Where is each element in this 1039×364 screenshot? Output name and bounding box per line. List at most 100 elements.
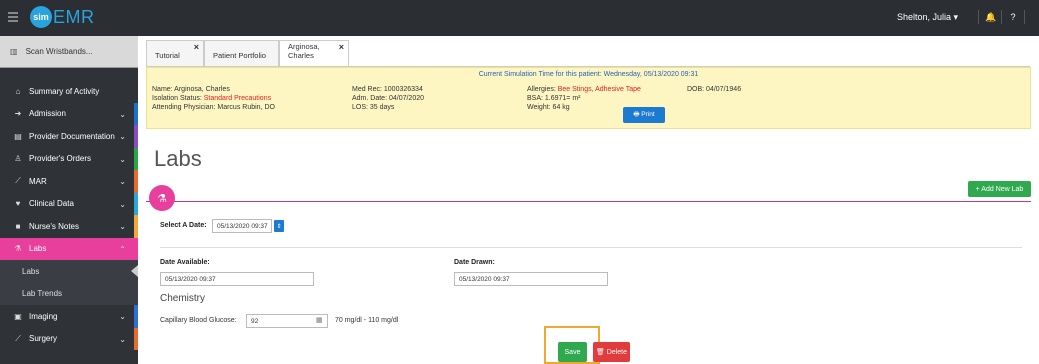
patient-info-col-4: DOB: 04/07/1946 [687,85,741,94]
isolation-status: Isolation Status: Standard Precautions [152,94,275,103]
divider [1001,10,1002,24]
chevron-down-icon: ⌄ [119,312,126,321]
select-date-dropdown[interactable]: 05/13/2020 09:37 [212,219,272,233]
main-content: Tutorial × Patient Portfolio Arginosa, C… [138,36,1039,364]
patient-info-col-1: Name: Arginosa, Charles Isolation Status… [152,85,275,112]
top-bar: sim EMR Shelton, Julia ▾ 🔔 ? [0,0,1039,36]
save-button[interactable]: Save [558,342,587,362]
tab-label: Arginosa, Charles [288,42,320,60]
tab-patient-arginosa[interactable]: Arginosa, Charles × [279,40,349,66]
divider [1024,10,1025,24]
close-icon[interactable]: × [194,42,199,52]
sidebar-item-mar[interactable]: ⟋ MAR ⌄ [0,170,138,193]
top-right-controls: Shelton, Julia ▾ 🔔 ? [897,10,1031,24]
menu-icon[interactable] [8,12,18,22]
sidebar-item-label: Clinical Data [29,199,74,209]
logo-text: EMR [53,6,95,27]
sidebar-item-clinical-data[interactable]: ♥ Clinical Data ⌄ [0,192,138,215]
image-icon: ▣ [14,311,22,321]
close-icon[interactable]: × [339,42,344,52]
chevron-down-icon: ⌄ [119,222,126,231]
sidebar-item-label: Labs [29,244,47,254]
allergies-value: Bee Stings, Adhesive Tape [557,86,641,93]
document-icon: ▤ [14,131,22,141]
flask-icon: ⚗ [14,244,22,254]
sidebar-subitem-lab-trends[interactable]: Lab Trends [0,282,138,305]
dob: DOB: 04/07/1946 [687,86,742,93]
sidebar-item-label: Admission [29,109,66,119]
heartbeat-icon: ♥ [15,199,21,209]
tab-label: Patient Portfolio [213,51,266,60]
sidebar-subitem-label: Lab Trends [22,289,63,299]
chevron-down-icon: ⌄ [119,199,126,209]
help-icon[interactable]: ? [1008,12,1018,22]
divider [978,10,979,24]
chevron-down-icon: ⌄ [119,334,126,344]
sidebar-item-surgery[interactable]: ⟋ Surgery ⌄ [0,327,138,350]
sidebar-item-label: Imaging [29,311,58,321]
user-menu[interactable]: Shelton, Julia ▾ [897,12,958,23]
divider [160,247,1022,248]
date-drawn-input[interactable]: 05/13/2020 09:37 [454,272,608,286]
chemistry-section-title: Chemistry [160,293,206,304]
active-indicator [131,265,138,277]
sidebar-item-label: Provider Documentation [29,131,115,141]
sidebar-subitem-labs[interactable]: Labs [0,260,138,283]
tab-tutorial[interactable]: Tutorial × [146,40,204,66]
admission-icon: ➜ [14,109,22,119]
chevron-down-icon: ⌄ [119,132,126,141]
simemr-logo: sim EMR [30,6,95,28]
isolation-value: Standard Precautions [203,95,272,102]
isolation-label: Isolation Status: [152,95,204,102]
add-new-lab-button[interactable]: + Add New Lab [968,181,1031,197]
sidebar-item-provider-documentation[interactable]: ▤ Provider Documentation ⌄ [0,125,138,148]
sidebar-item-labs[interactable]: ⚗ Labs ⌃ [0,237,138,260]
length-of-stay: LOS: 35 days [352,104,395,111]
print-button[interactable]: 🖶 Print [623,107,665,123]
stepper-icon[interactable]: ⇕ [274,220,284,232]
scalpel-icon: ⟋ [15,333,21,343]
flask-icon: ⚗ [149,185,175,211]
sidebar-item-summary[interactable]: ⌂ Summary of Activity [0,80,138,103]
chevron-down-icon: ⌄ [119,177,126,186]
sidebar-item-label: Provider's Orders [29,154,91,164]
tab-patient-portfolio[interactable]: Patient Portfolio [204,40,279,66]
notes-icon: ■ [15,221,21,231]
sidebar-nav: ⌂ Summary of Activity ➜ Admission ⌄ ▤ Pr… [0,80,138,350]
glucose-range: 70 mg/dl - 110 mg/dl [335,317,399,324]
patient-info-col-2: Med Rec: 1000326334 Adm. Date: 04/07/202… [352,85,424,112]
date-available-input[interactable]: 05/13/2020 09:37 [160,272,314,286]
admission-date: Adm. Date: 04/07/2020 [352,95,424,102]
delete-button[interactable]: 🗑 Delete [593,342,630,362]
panel-divider [146,201,1031,202]
syringe-icon: ⟋ [15,176,21,186]
tab-bar: Tutorial × Patient Portfolio Arginosa, C… [146,40,349,66]
calculator-icon[interactable]: ▦ [316,316,323,324]
sidebar-item-admission[interactable]: ➜ Admission ⌄ [0,102,138,125]
tab-label: Tutorial [155,51,180,60]
home-icon: ⌂ [15,86,21,96]
sidebar-item-label: MAR [29,176,47,186]
page-title: Labs [154,146,202,171]
sidebar-item-imaging[interactable]: ▣ Imaging ⌄ [0,305,138,328]
sidebar-item-nurses-notes[interactable]: ■ Nurse's Notes ⌄ [0,215,138,238]
orders-icon: ♙ [14,154,22,164]
glucose-label: Capillary Blood Glucose: [160,317,237,324]
date-available-label: Date Available: [160,259,210,266]
allergies-label: Allergies: [527,86,558,93]
sidebar-item-label: Nurse's Notes [29,221,79,231]
sidebar-item-providers-orders[interactable]: ♙ Provider's Orders ⌄ [0,147,138,170]
barcode-icon: ▥ [10,47,18,56]
allergies: Allergies: Bee Stings, Adhesive Tape [527,85,641,94]
attending-physician: Attending Physician: Marcus Rubin, DO [152,104,275,111]
scan-wristbands-button[interactable]: ▥ Scan Wristbands... [0,36,138,68]
chevron-down-icon: ⌄ [119,154,126,164]
chevron-up-icon: ⌃ [119,244,126,254]
logo-circle: sim [30,6,52,28]
date-drawn-label: Date Drawn: [454,259,495,266]
sidebar: ▥ Scan Wristbands... ⌂ Summary of Activi… [0,36,138,364]
chevron-down-icon: ⌄ [119,109,126,119]
bell-icon[interactable]: 🔔 [985,12,996,23]
select-date-label: Select A Date: [160,222,207,229]
sidebar-subitem-label: Labs [22,266,40,276]
